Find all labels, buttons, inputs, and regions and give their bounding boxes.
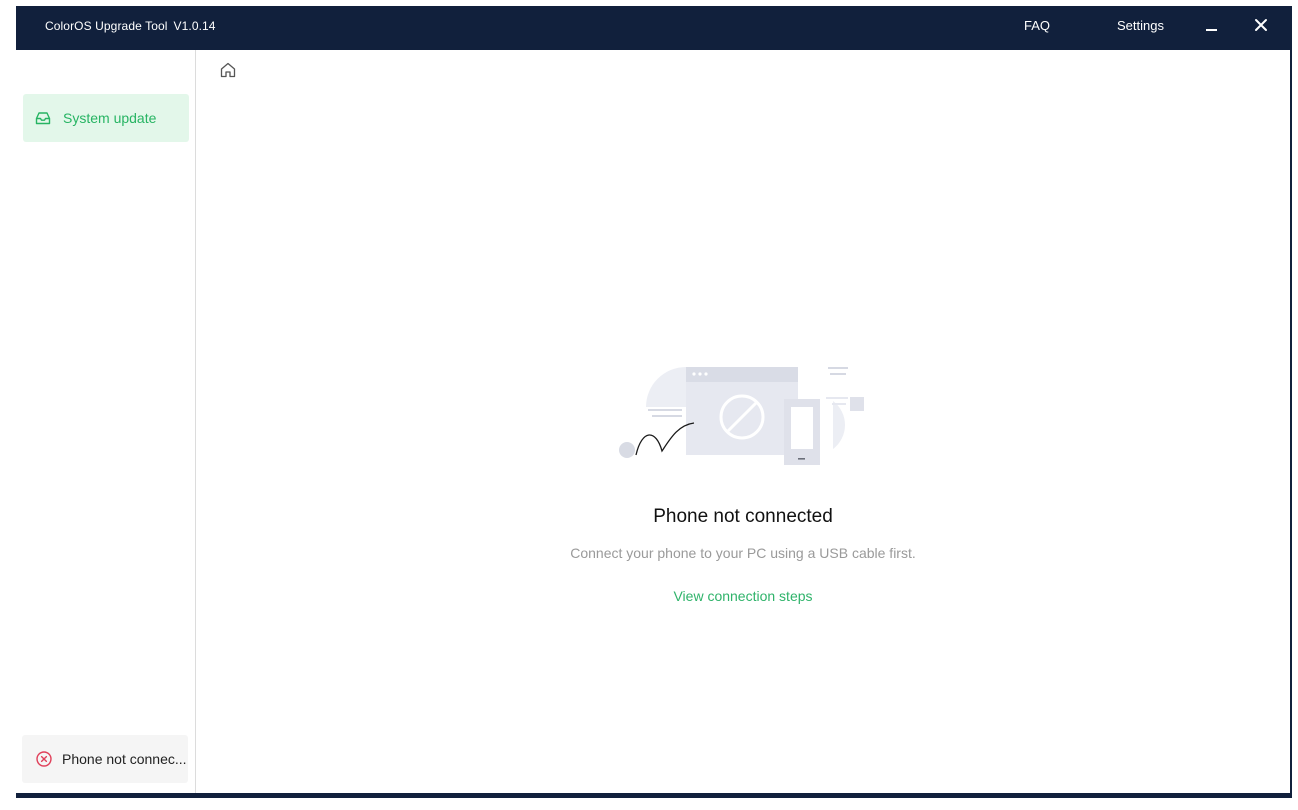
error-circle-icon — [36, 751, 52, 767]
connection-status-label: Phone not connec... — [62, 751, 187, 767]
minimize-button[interactable] — [1197, 12, 1225, 40]
view-connection-steps-link[interactable]: View connection steps — [673, 588, 812, 604]
connection-status[interactable]: Phone not connec... — [22, 735, 188, 783]
close-button[interactable] — [1247, 12, 1275, 40]
app-version: V1.0.14 — [173, 19, 216, 33]
sidebar-item-system-update[interactable]: System update — [23, 94, 189, 142]
sidebar: System update Phone not connec... — [16, 50, 196, 793]
inbox-icon — [35, 112, 51, 125]
minimize-icon — [1206, 29, 1217, 31]
close-icon — [1255, 19, 1267, 31]
settings-link[interactable]: Settings — [1117, 18, 1164, 33]
empty-state-link-wrap: View connection steps — [196, 588, 1290, 604]
title-bar: ColorOS Upgrade Tool V1.0.14 FAQ Settings — [16, 6, 1292, 50]
empty-state-title: Phone not connected — [653, 506, 833, 527]
app-title: ColorOS Upgrade Tool V1.0.14 — [45, 19, 216, 33]
faq-link[interactable]: FAQ — [1024, 18, 1050, 33]
home-breadcrumb[interactable] — [219, 61, 237, 79]
app-name: ColorOS Upgrade Tool — [45, 19, 168, 33]
app-window: ColorOS Upgrade Tool V1.0.14 FAQ Settings… — [16, 6, 1292, 798]
home-icon — [220, 62, 236, 78]
empty-state-description: Connect your phone to your PC using a US… — [570, 545, 916, 561]
phone-disconnected-illustration — [619, 367, 864, 465]
sidebar-item-label: System update — [63, 110, 157, 126]
